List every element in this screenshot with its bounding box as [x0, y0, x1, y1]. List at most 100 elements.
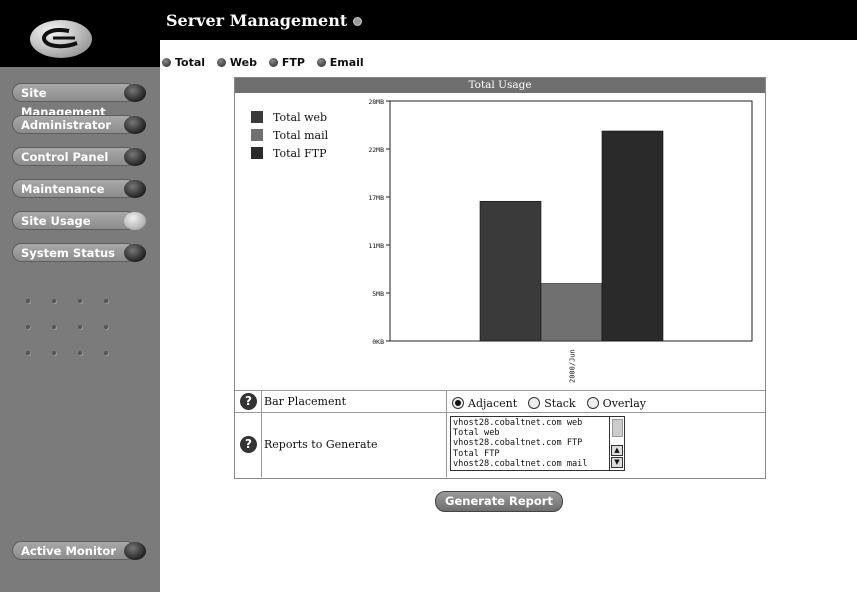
sidebar-item-active-monitor[interactable]: Active Monitor: [12, 541, 146, 560]
sidebar-item-administrator[interactable]: Administrator: [12, 115, 146, 134]
grid-dot: [52, 351, 56, 355]
bar-placement-label: Bar Placement: [261, 391, 447, 413]
legend-label: Total mail: [273, 129, 329, 142]
radio-icon: [528, 397, 541, 409]
grid-dot: [26, 325, 30, 329]
cobalt-logo-icon: [30, 20, 92, 58]
panel-title: Total Usage: [235, 78, 765, 93]
list-item[interactable]: Total web: [453, 428, 611, 438]
grid-dot: [104, 351, 108, 355]
radio-adjacent[interactable]: Adjacent: [452, 393, 517, 414]
grid-dot: [78, 299, 82, 303]
reports-list: vhost28.cobaltnet.com web Total web vhos…: [453, 418, 611, 469]
knob-icon: [124, 148, 146, 166]
y-tick-label: 5MB: [372, 290, 384, 298]
radio-icon: [586, 397, 599, 409]
help-icon[interactable]: ?: [240, 436, 257, 453]
radio-checked-icon: [452, 397, 464, 409]
sidebar-item-control-panel[interactable]: Control Panel: [12, 147, 146, 166]
report-panel: Total Usage 0KB 5MB 11MB 17MB 22MB 28MB 2000/J…: [234, 77, 766, 479]
knob-icon: [124, 542, 146, 560]
bullet-icon: [316, 58, 326, 67]
logo-area: [0, 0, 160, 67]
help-cell: ?: [235, 413, 262, 477]
sidebar: Site Management Administrator Control Pa…: [0, 67, 160, 592]
sidebar-item-label: System Status: [21, 246, 115, 260]
reports-listbox[interactable]: vhost28.cobaltnet.com web Total web vhos…: [450, 416, 625, 471]
scroll-down-icon[interactable]: ▼: [611, 457, 623, 468]
tab-web[interactable]: Web: [216, 56, 257, 69]
bar-placement-options: Adjacent Stack Overlay: [448, 391, 765, 413]
grid-dot: [52, 325, 56, 329]
bullet-icon: [162, 58, 171, 67]
usage-tabs: Total Web FTP Email: [162, 56, 372, 69]
legend-swatch: [251, 147, 263, 159]
knob-icon: [124, 180, 146, 198]
usage-chart: 0KB 5MB 11MB 17MB 22MB 28MB 2000/Jun Total web T…: [251, 98, 753, 383]
y-tick-label: 11MB: [368, 242, 384, 250]
listbox-scrollbar[interactable]: ▲ ▼: [609, 417, 624, 470]
page-title: Server Management: [166, 11, 363, 30]
tab-ftp[interactable]: FTP: [268, 56, 305, 69]
y-tick-label: 17MB: [368, 194, 384, 202]
grid-dot: [104, 325, 108, 329]
legend-label: Total FTP: [273, 147, 327, 160]
tab-email[interactable]: Email: [316, 56, 364, 69]
generate-report-button[interactable]: Generate Report: [435, 491, 563, 512]
grid-dot: [78, 351, 82, 355]
tab-total[interactable]: Total: [162, 56, 205, 69]
title-dot-icon: [353, 17, 363, 26]
y-tick-label: 0KB: [372, 338, 384, 346]
bar: [479, 200, 542, 342]
x-category-label: 2000/Jun: [569, 349, 577, 383]
reports-cell: vhost28.cobaltnet.com web Total web vhos…: [448, 413, 765, 477]
scroll-thumb[interactable]: [612, 419, 623, 437]
bar: [540, 283, 603, 342]
tab-label: Web: [229, 56, 257, 69]
grid-dot: [26, 351, 30, 355]
bar-placement-row: ? Bar Placement Adjacent Stack Overlay: [235, 390, 765, 413]
help-icon[interactable]: ?: [240, 393, 257, 410]
sidebar-item-site-management[interactable]: Site Management: [12, 83, 146, 119]
sidebar-item-label: Maintenance: [21, 182, 105, 196]
grid-dot: [104, 299, 108, 303]
reports-row: ? Reports to Generate vhost28.cobaltnet.…: [235, 412, 765, 477]
help-cell: ?: [235, 391, 262, 413]
sidebar-item-system-status[interactable]: System Status: [12, 243, 146, 262]
grid-dot: [78, 325, 82, 329]
list-item[interactable]: vhost28.cobaltnet.com web: [453, 418, 611, 428]
reports-label: Reports to Generate: [261, 413, 447, 477]
list-item[interactable]: Total FTP: [453, 449, 611, 459]
y-tick-label: 22MB: [368, 146, 384, 154]
radio-stack[interactable]: Stack: [528, 393, 576, 414]
sidebar-item-maintenance[interactable]: Maintenance: [12, 179, 146, 198]
tab-label: Email: [329, 56, 364, 69]
y-tick-label: 28MB: [368, 98, 384, 106]
bullet-icon: [216, 58, 226, 67]
knob-icon: [124, 84, 146, 102]
bullet-icon: [268, 58, 278, 67]
radio-label: Stack: [544, 397, 576, 410]
tab-label: Total: [175, 56, 206, 69]
sidebar-item-label: Active Monitor: [21, 544, 116, 558]
list-item[interactable]: vhost28.cobaltnet.com mail: [453, 459, 611, 469]
sidebar-item-label: Control Panel: [21, 150, 109, 164]
radio-overlay[interactable]: Overlay: [586, 393, 646, 414]
legend-label: Total web: [273, 111, 327, 124]
sidebar-item-site-usage[interactable]: Site Usage: [12, 211, 146, 230]
legend-swatch: [251, 111, 263, 123]
knob-icon: [124, 244, 146, 262]
grid-dot: [26, 299, 30, 303]
sidebar-item-label: Administrator: [21, 118, 112, 132]
legend-swatch: [251, 129, 263, 141]
knob-active-icon: [124, 212, 146, 230]
tab-label: FTP: [281, 56, 305, 69]
scroll-up-icon[interactable]: ▲: [611, 445, 623, 456]
radio-label: Overlay: [602, 397, 646, 410]
list-item[interactable]: vhost28.cobaltnet.com FTP: [453, 438, 611, 448]
radio-label: Adjacent: [468, 397, 518, 410]
sidebar-item-label: Site Usage: [21, 214, 91, 228]
grid-dot: [52, 299, 56, 303]
bar: [601, 130, 664, 342]
knob-icon: [124, 116, 146, 134]
